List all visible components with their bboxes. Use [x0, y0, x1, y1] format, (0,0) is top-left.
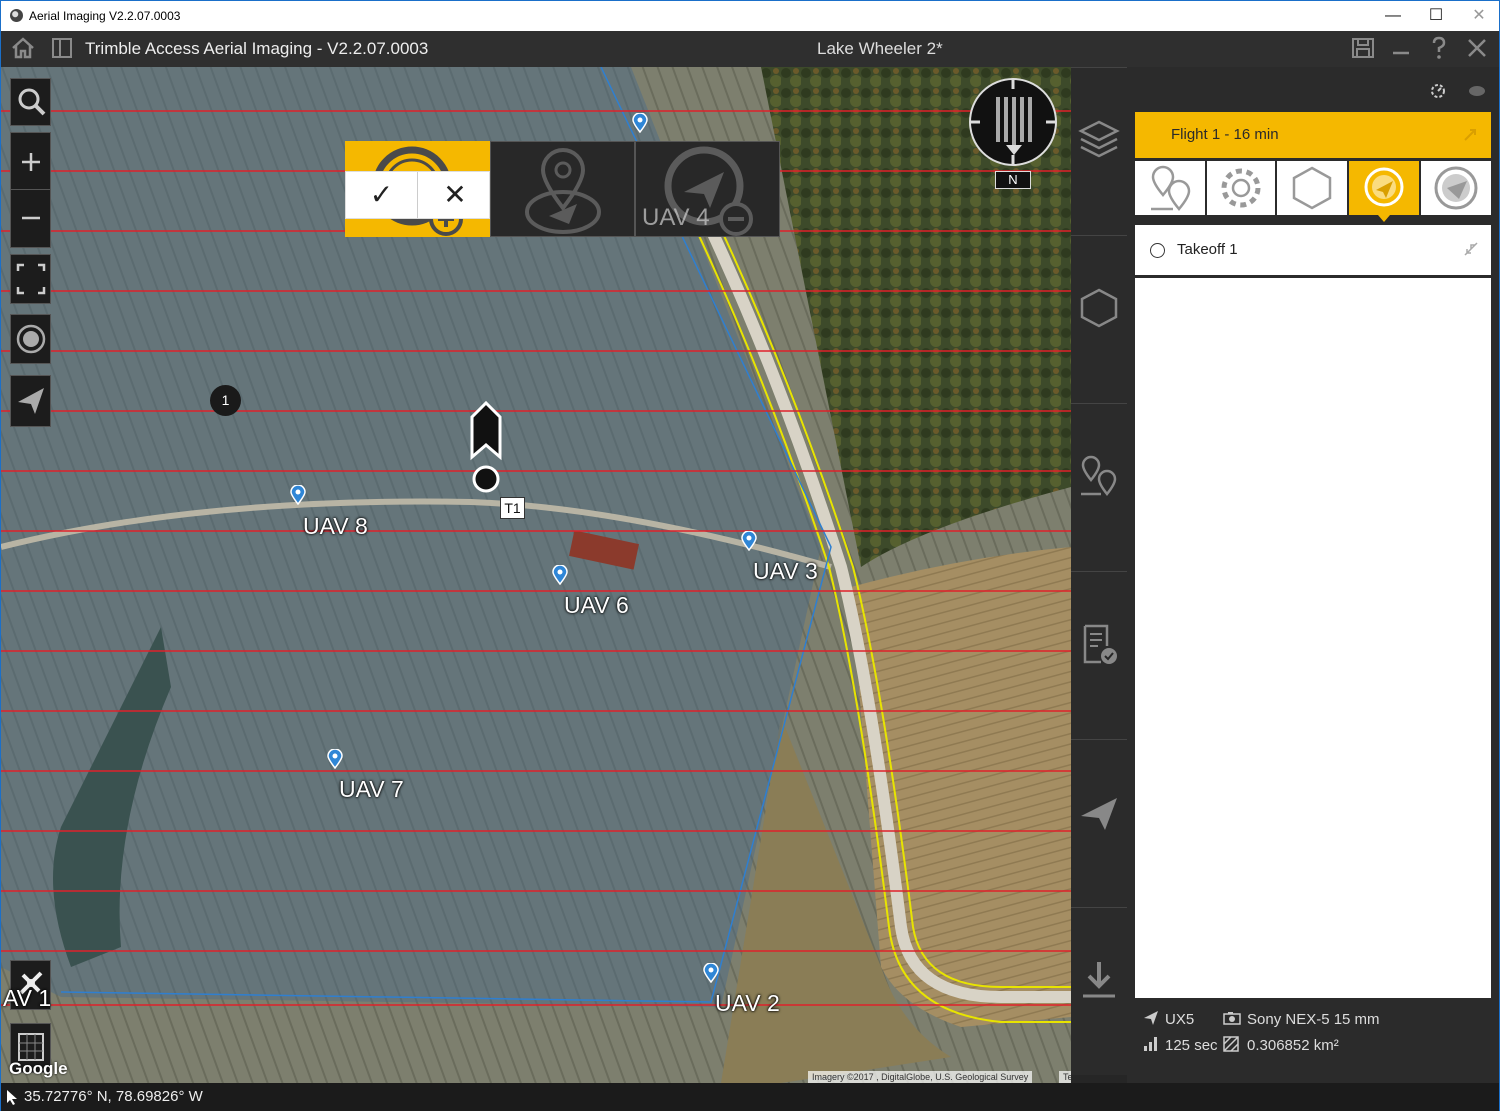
terms-link[interactable]: Terms of Use — [1059, 1071, 1071, 1083]
home-icon[interactable] — [9, 35, 37, 63]
tab-takeoff[interactable] — [1349, 161, 1419, 222]
map-pin-icon[interactable] — [632, 113, 648, 133]
flight-header[interactable]: Flight 1 - 16 min — [1135, 112, 1491, 158]
map-pin-icon[interactable] — [327, 749, 343, 769]
help-icon[interactable] — [1425, 35, 1453, 63]
compass-control[interactable] — [968, 77, 1058, 167]
list-item[interactable]: Takeoff 1 — [1135, 225, 1491, 275]
map-pin-icon[interactable] — [290, 485, 306, 505]
tab-landing[interactable] — [1421, 161, 1491, 215]
takeoff-icon — [1364, 167, 1404, 222]
tab-checklist[interactable] — [1071, 571, 1127, 739]
fullscreen-button[interactable] — [10, 254, 51, 304]
window-maximize-button[interactable]: ☐ — [1414, 1, 1458, 31]
takeoff-marker[interactable] — [469, 400, 503, 497]
fly-button[interactable] — [10, 375, 51, 427]
save-icon[interactable] — [1349, 35, 1377, 63]
app-icon — [10, 9, 23, 22]
window-close-button[interactable]: ✕ — [1457, 1, 1500, 31]
map-pin-icon[interactable] — [703, 963, 719, 983]
camera-model: Sony NEX-5 15 mm — [1247, 1011, 1380, 1028]
hexagon-icon — [1292, 166, 1332, 210]
layers-icon — [1078, 120, 1120, 158]
uav-icon — [1144, 1011, 1158, 1025]
visibility-icon[interactable] — [1467, 82, 1487, 100]
tab-layers[interactable] — [1071, 67, 1127, 235]
flight-tool-tabs — [1135, 161, 1491, 222]
window-title: Aerial Imaging V2.2.07.0003 — [29, 9, 181, 23]
flight-duration: 125 sec — [1165, 1037, 1218, 1054]
side-tab-rail — [1071, 67, 1127, 1083]
zoom-out-button[interactable] — [11, 190, 50, 247]
remove-takeoff-mode-button[interactable]: UAV 4 — [635, 141, 780, 237]
compass-north-label: N — [995, 171, 1031, 189]
tab-download[interactable] — [1071, 907, 1127, 1075]
gear-icon — [1221, 168, 1261, 208]
uav-model: UX5 — [1165, 1011, 1195, 1028]
search-button[interactable] — [10, 78, 51, 126]
imagery-attribution: Imagery ©2017 , DigitalGlobe, U.S. Geolo… — [808, 1071, 1033, 1083]
google-watermark: Google — [9, 1059, 68, 1078]
zoom-control — [10, 132, 51, 248]
area-icon — [1223, 1036, 1239, 1052]
expand-icon[interactable] — [1461, 126, 1479, 144]
download-icon — [1083, 962, 1115, 998]
cancel-button[interactable]: ✕ — [419, 172, 491, 218]
radio-button[interactable] — [1150, 243, 1165, 258]
minimize-icon[interactable] — [1387, 35, 1415, 63]
survey-area: 0.306852 km² — [1247, 1037, 1339, 1054]
project-name: Lake Wheeler 2* — [817, 39, 943, 58]
panel-icon[interactable] — [48, 35, 76, 63]
cursor-icon — [7, 1090, 17, 1105]
waypoint-badge[interactable]: 1 — [210, 385, 241, 416]
record-button[interactable] — [10, 314, 51, 364]
map-label-uav6: UAV 6 — [564, 592, 629, 618]
checklist-icon — [1083, 624, 1117, 664]
flight-items-list — [1135, 278, 1491, 998]
map-label-uav1: AV 1 — [3, 985, 52, 1011]
cursor-coordinates: 35.72776° N, 78.69826° W — [24, 1088, 203, 1105]
app-header: Trimble Access Aerial Imaging - V2.2.07.… — [1, 31, 1499, 67]
close-icon[interactable] — [1463, 35, 1491, 63]
window-minimize-button[interactable]: — — [1371, 1, 1415, 31]
fly-icon — [1081, 798, 1117, 830]
camera-icon — [1223, 1012, 1241, 1025]
app-window: Aerial Imaging V2.2.07.0003 — ☐ ✕ Trimbl… — [0, 0, 1500, 1111]
map-label-uav2: UAV 2 — [715, 990, 780, 1016]
status-bar: 35.72776° N, 78.69826° W — [1, 1083, 1499, 1111]
route-pins-icon — [1151, 165, 1191, 211]
tab-waypoints[interactable] — [1071, 403, 1127, 571]
route-pins-icon — [1081, 455, 1117, 497]
tab-area[interactable] — [1071, 235, 1127, 403]
map-label-uav3: UAV 3 — [753, 558, 818, 584]
flight-summary: UX5 Sony NEX-5 15 mm 125 sec 0.306852 km… — [1135, 1000, 1491, 1070]
map-view[interactable]: UAV 4 ✓ ✕ N 1 T1 UAV 8 UAV 6 UAV 3 UAV 7… — [1, 67, 1071, 1083]
app-title: Trimble Access Aerial Imaging - V2.2.07.… — [85, 39, 429, 58]
collapse-icon[interactable] — [1463, 241, 1479, 257]
hexagon-icon — [1080, 288, 1118, 328]
map-pin-icon[interactable] — [552, 565, 568, 585]
edit-confirm-bar: ✓ ✕ — [345, 171, 490, 219]
tab-settings[interactable] — [1207, 161, 1275, 215]
tab-area[interactable] — [1277, 161, 1347, 215]
list-item-label: Takeoff 1 — [1177, 241, 1238, 258]
map-label-uav8: UAV 8 — [303, 513, 368, 539]
window-titlebar: Aerial Imaging V2.2.07.0003 — ☐ ✕ — [1, 1, 1499, 31]
landing-icon — [1434, 166, 1478, 210]
tab-route[interactable] — [1135, 161, 1205, 215]
flight-panel: Flight 1 - 16 min Takeoff 1 UX5 Sony NEX… — [1127, 67, 1499, 1083]
flight-title: Flight 1 - 16 min — [1171, 126, 1279, 143]
settings-small-icon[interactable] — [1428, 82, 1448, 100]
map-label-uav7: UAV 7 — [339, 776, 404, 802]
map-label-uav4: UAV 4 — [642, 204, 710, 231]
tab-fly[interactable] — [1071, 739, 1127, 907]
takeoff-tag: T1 — [500, 497, 525, 519]
map-pin-icon[interactable] — [741, 531, 757, 551]
confirm-button[interactable]: ✓ — [346, 172, 418, 218]
zoom-in-button[interactable] — [11, 133, 50, 190]
move-takeoff-mode-button[interactable] — [490, 141, 635, 237]
signal-icon — [1144, 1037, 1157, 1051]
